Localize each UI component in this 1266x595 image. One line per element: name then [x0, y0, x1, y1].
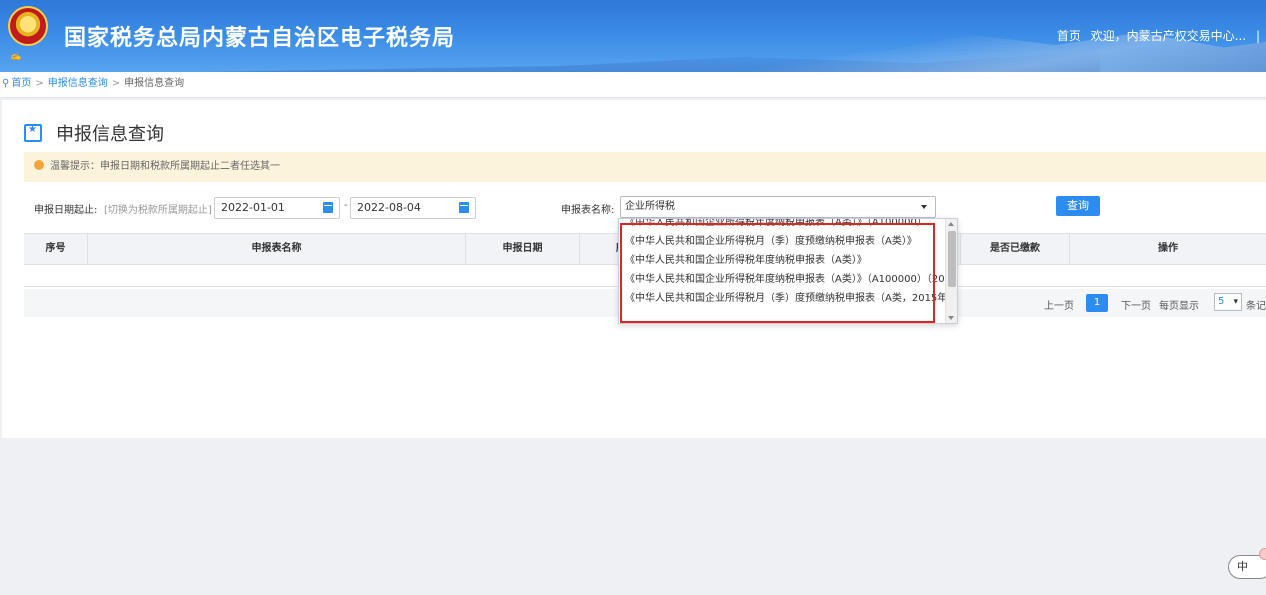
column-header: 申报表名称	[88, 234, 466, 264]
ime-label: 中	[1237, 560, 1248, 573]
breadcrumb-parent[interactable]: 申报信息查询	[48, 78, 108, 89]
per-page-label: 每页显示	[1159, 301, 1199, 312]
calendar-icon[interactable]	[459, 202, 469, 213]
tip-banner: 温馨提示：申报日期和税款所属期起止二者任选其一	[24, 152, 1266, 182]
start-date-value: 2022-01-01	[221, 201, 285, 214]
site-header: ✍ 国家税务总局内蒙古自治区电子税务局 首页 欢迎，内蒙古产权交易中心... |	[0, 0, 1266, 72]
records-unit-label: 条记	[1246, 301, 1266, 312]
welcome-user-link[interactable]: 欢迎，内蒙古产权交易中心...	[1091, 29, 1246, 43]
end-date-value: 2022-08-04	[357, 201, 421, 214]
dropdown-option[interactable]: 《中华人民共和国企业所得税年度纳税申报表（A类）》（A100000）（20	[619, 270, 945, 289]
calendar-icon[interactable]	[323, 202, 333, 213]
breadcrumb-current: 申报信息查询	[124, 78, 185, 89]
page-number-button[interactable]: 1	[1086, 294, 1108, 312]
start-date-input[interactable]: 2022-01-01	[214, 197, 340, 219]
warning-icon	[34, 160, 44, 170]
form-name-label: 申报表名称:	[561, 205, 615, 216]
ime-mascot-icon	[1259, 548, 1266, 560]
page-title: 申报信息查询	[24, 120, 164, 146]
column-header: 所	[580, 234, 626, 264]
form-name-select[interactable]: 企业所得税	[620, 196, 936, 218]
location-pin-icon: ⚲	[2, 78, 10, 89]
date-range-label: 申报日期起止:	[34, 205, 98, 216]
column-header: 是否已缴款	[960, 234, 1070, 264]
nav-home-link[interactable]: 首页	[1057, 29, 1081, 43]
dropdown-option[interactable]: 《中华人民共和国企业所得税年度纳税申报表（A类）》	[619, 251, 945, 270]
form-name-dropdown: 《中华人民共和国企业所得税年度纳税申报表（A类）》（A100000） 《中华人民…	[618, 218, 958, 324]
scroll-down-icon[interactable]	[948, 316, 954, 320]
document-star-icon	[24, 124, 42, 142]
tax-emblem-icon	[8, 6, 48, 46]
header-user-area: 首页 欢迎，内蒙古产权交易中心... |	[1057, 27, 1266, 44]
dropdown-scrollbar[interactable]	[945, 219, 957, 323]
column-header: 操作	[1158, 243, 1178, 254]
end-date-input[interactable]: 2022-08-04	[350, 197, 476, 219]
next-page-button[interactable]: 下一页	[1121, 297, 1151, 312]
prev-page-button[interactable]: 上一页	[1044, 297, 1074, 312]
column-header: 序号	[24, 234, 88, 264]
switch-period-link[interactable]: [切换为税款所属期起止]	[104, 201, 212, 216]
dropdown-list: 《中华人民共和国企业所得税年度纳税申报表（A类）》（A100000） 《中华人民…	[619, 219, 945, 308]
page-title-text: 申报信息查询	[56, 124, 164, 145]
breadcrumb-separator: >	[35, 78, 44, 89]
chevron-down-icon[interactable]	[921, 205, 927, 209]
dropdown-option[interactable]: 《中华人民共和国企业所得税年度纳税申报表（A类）》（A100000）	[619, 219, 945, 232]
dropdown-option[interactable]: 《中华人民共和国企业所得税月（季）度预缴纳税申报表（A类，2015年版	[619, 289, 945, 308]
query-button[interactable]: 查询	[1056, 196, 1100, 216]
column-header: 申报日期	[466, 234, 580, 264]
form-name-value: 企业所得税	[625, 201, 675, 212]
scroll-up-icon[interactable]	[948, 222, 954, 226]
date-range-dash: -	[344, 200, 348, 211]
breadcrumb-home[interactable]: 首页	[11, 78, 31, 89]
tip-text: 温馨提示：申报日期和税款所属期起止二者任选其一	[50, 161, 280, 172]
scrollbar-thumb[interactable]	[948, 231, 956, 287]
page-size-select[interactable]: 5	[1214, 293, 1242, 311]
filter-row: 申报日期起止: [切换为税款所属期起止] 2022-01-01 - 2022-0…	[24, 196, 1266, 220]
emblem-signature: ✍	[10, 52, 22, 62]
ime-indicator[interactable]: 中	[1228, 548, 1266, 579]
dropdown-option[interactable]: 《中华人民共和国企业所得税月（季）度预缴纳税申报表（A类）》	[619, 232, 945, 251]
header-separator: |	[1255, 29, 1260, 43]
breadcrumb-separator: >	[111, 78, 121, 89]
site-title: 国家税务总局内蒙古自治区电子税务局	[64, 26, 456, 51]
breadcrumb: ⚲ 首页 > 申报信息查询 > 申报信息查询	[0, 72, 1266, 98]
